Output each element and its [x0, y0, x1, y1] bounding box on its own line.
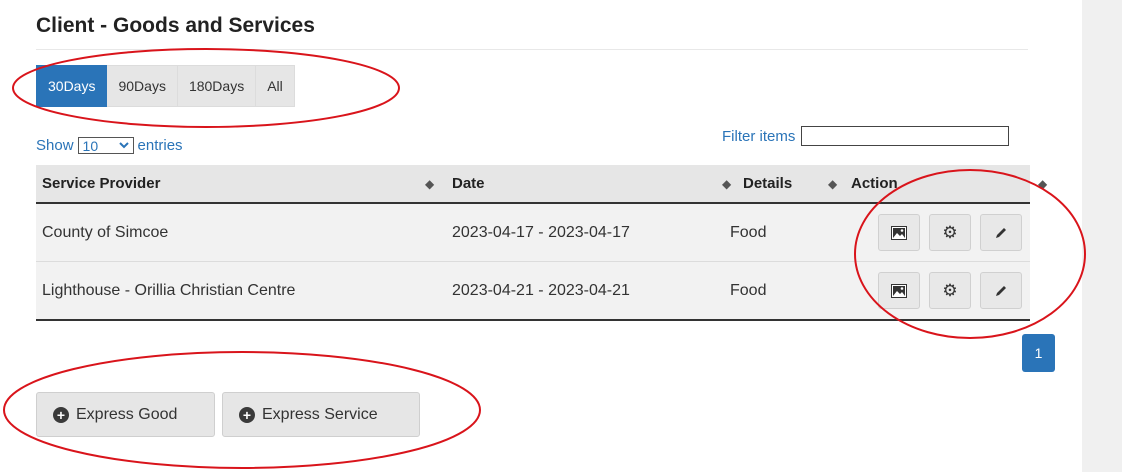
express-service-label: Express Service: [262, 405, 378, 423]
plus-circle-icon: +: [53, 406, 69, 423]
table-row: County of Simcoe 2023-04-17 - 2023-04-17…: [36, 204, 1030, 262]
entries-label: entries: [137, 137, 183, 154]
express-service-button[interactable]: + Express Service: [222, 392, 420, 437]
pencil-icon: [996, 285, 1006, 296]
cell-service-provider: Lighthouse - Orillia Christian Centre: [42, 281, 296, 299]
sort-icon[interactable]: ◆: [828, 165, 837, 202]
column-header-service-provider[interactable]: Service Provider: [42, 165, 160, 202]
edit-button[interactable]: [980, 272, 1022, 309]
column-header-label: Action: [851, 175, 898, 192]
column-header-label: Service Provider: [42, 175, 161, 192]
sort-icon[interactable]: ◆: [1038, 165, 1047, 202]
cell-date: 2023-04-17 - 2023-04-17: [452, 223, 630, 241]
view-image-button[interactable]: [878, 272, 920, 309]
date-range-tabs: 30Days 90Days 180Days All: [36, 65, 295, 107]
goods-services-table: Service Provider ◆ Date ◆ Details ◆ Acti…: [36, 165, 1047, 321]
image-icon: [891, 283, 907, 298]
express-good-button[interactable]: + Express Good: [36, 392, 215, 437]
table-row: Lighthouse - Orillia Christian Centre 20…: [36, 262, 1030, 321]
express-good-label: Express Good: [76, 405, 178, 423]
right-side-panel: [1082, 0, 1122, 472]
view-image-button[interactable]: [878, 214, 920, 251]
cell-date: 2023-04-21 - 2023-04-21: [452, 281, 630, 299]
filter-label: Filter items: [722, 127, 796, 145]
column-header-date[interactable]: Date: [452, 165, 485, 202]
table-header: Service Provider ◆ Date ◆ Details ◆ Acti…: [36, 165, 1047, 204]
image-icon: [891, 225, 907, 240]
pencil-icon: [996, 227, 1006, 238]
edit-button[interactable]: [980, 214, 1022, 251]
column-header-details[interactable]: Details: [743, 165, 792, 202]
pagination-page-1[interactable]: 1: [1022, 334, 1055, 372]
filter-group: Filter items: [722, 126, 1010, 146]
settings-button[interactable]: ⚙: [929, 214, 971, 251]
cell-details: Food: [730, 223, 767, 241]
column-header-label: Details: [743, 175, 793, 192]
cell-service-provider: County of Simcoe: [42, 223, 169, 241]
filter-input[interactable]: [801, 126, 1010, 146]
show-label: Show: [36, 137, 74, 154]
tab-90days[interactable]: 90Days: [107, 65, 178, 107]
tab-180days[interactable]: 180Days: [177, 65, 257, 107]
gear-icon: ⚙: [942, 281, 958, 300]
gear-icon: ⚙: [942, 223, 958, 242]
sort-icon[interactable]: ◆: [425, 165, 434, 202]
sort-icon[interactable]: ◆: [722, 165, 731, 202]
page-title: Client - Goods and Services: [36, 14, 315, 37]
cell-details: Food: [730, 281, 767, 299]
column-header-label: Date: [452, 175, 485, 192]
tab-all[interactable]: All: [256, 65, 295, 107]
settings-button[interactable]: ⚙: [929, 272, 971, 309]
chevron-down-icon: [118, 142, 129, 149]
entries-select[interactable]: 10: [77, 137, 134, 154]
entries-select-value: 10: [82, 137, 99, 154]
column-header-action[interactable]: Action: [851, 165, 898, 202]
entries-length-menu: Show 10 entries: [36, 137, 183, 154]
tab-30days[interactable]: 30Days: [36, 65, 108, 107]
title-divider: [36, 49, 1028, 50]
plus-circle-icon: +: [239, 406, 255, 423]
